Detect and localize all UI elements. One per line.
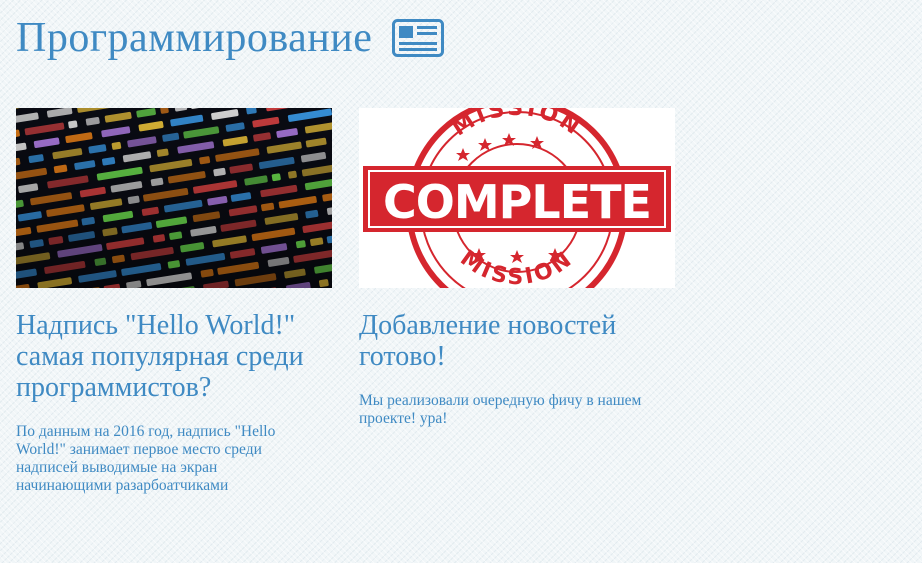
news-list: Надпись "Hello World!" самая популярная …	[16, 108, 702, 495]
news-summary: Мы реализовали очередную фичу в нашем пр…	[359, 392, 642, 427]
page-title: Программирование	[16, 15, 373, 61]
code-screen-image[interactable]	[16, 108, 332, 288]
news-title[interactable]: Надпись "Hello World!" самая популярная …	[16, 310, 332, 403]
news-card[interactable]: MISSION MISSION COMPLETE Добавление ново…	[359, 108, 675, 495]
news-summary: По данным на 2016 год, надпись "Hello Wo…	[16, 423, 276, 494]
mission-complete-stamp-image[interactable]: MISSION MISSION COMPLETE	[359, 108, 675, 288]
news-card[interactable]: Надпись "Hello World!" самая популярная …	[16, 108, 332, 495]
newspaper-icon	[392, 19, 445, 57]
news-title[interactable]: Добавление новостей готово!	[359, 310, 675, 372]
page-header: Программирование	[16, 10, 445, 66]
stamp-complete-text: COMPLETE	[383, 175, 651, 229]
